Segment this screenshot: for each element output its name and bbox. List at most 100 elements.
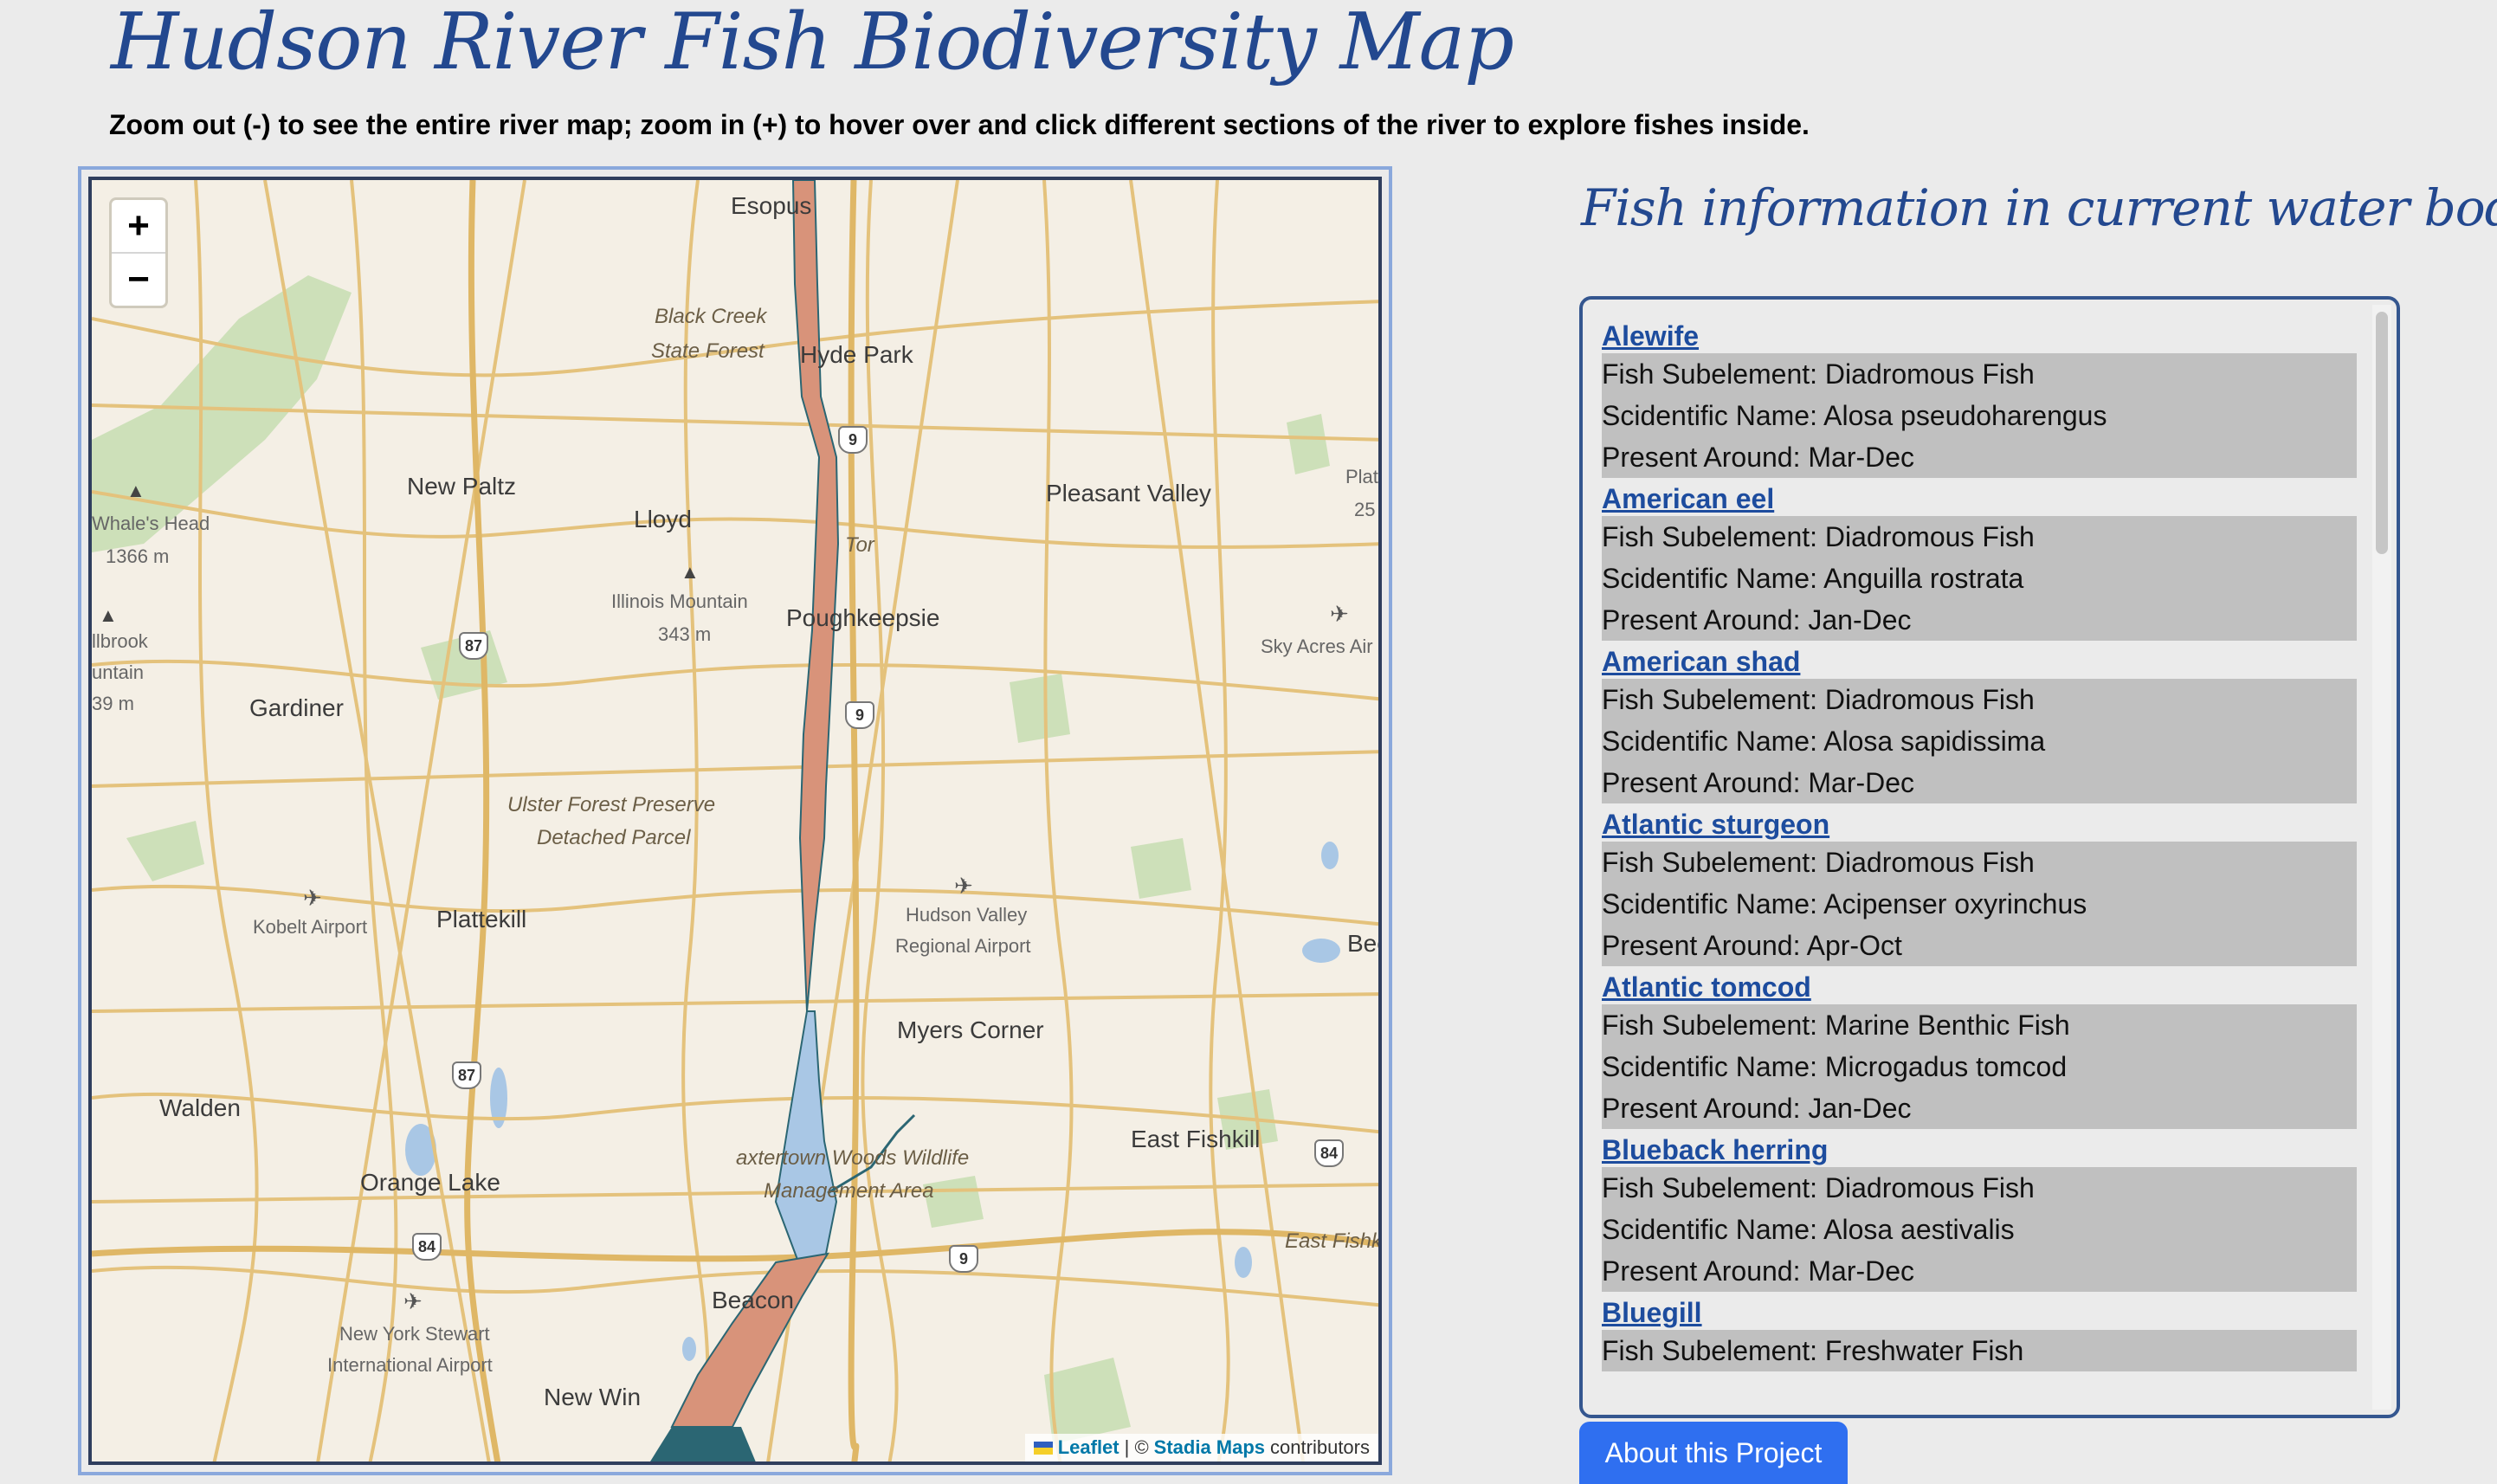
- route-9-shield: 9: [949, 1245, 978, 1273]
- fish-scientific-name: Scidentific Name: Anguilla rostrata: [1602, 563, 2024, 594]
- fish-subelement: Fish Subelement: Diadromous Fish: [1602, 847, 2035, 878]
- fish-item: Atlantic tomcod Fish Subelement: Marine B…: [1602, 966, 2357, 1129]
- fish-subelement: Fish Subelement: Diadromous Fish: [1602, 684, 2035, 715]
- fish-item: Bluegill Fish Subelement: Freshwater Fish: [1602, 1292, 2357, 1371]
- zoom-out-button[interactable]: −: [112, 252, 165, 306]
- label-gardiner: Gardiner: [249, 694, 344, 721]
- attribution-separator: | ©: [1124, 1436, 1149, 1458]
- route-84-shield: 84: [1314, 1139, 1344, 1167]
- label-illinois-elev: 343 m: [658, 623, 712, 645]
- park-areas: [92, 275, 1330, 1444]
- airport-icon: ✈: [954, 873, 973, 899]
- fish-subelement: Fish Subelement: Freshwater Fish: [1602, 1335, 2024, 1366]
- fish-scientific-name: Scidentific Name: Alosa pseudoharengus: [1602, 400, 2107, 431]
- scrollbar[interactable]: [2372, 305, 2391, 1410]
- label-lloyd: Lloyd: [634, 506, 692, 532]
- label-orange-lake: Orange Lake: [360, 1169, 500, 1196]
- label-kobelt: Kobelt Airport: [253, 916, 368, 938]
- fish-name-link[interactable]: American shad: [1602, 641, 2357, 679]
- scrollbar-thumb[interactable]: [2376, 312, 2388, 554]
- label-plat: Plat: [1345, 466, 1378, 487]
- label-ny-stewart-2: International Airport: [327, 1354, 493, 1376]
- fish-item: American shad Fish Subelement: Diadromous…: [1602, 641, 2357, 803]
- peak-marker-icon: ▲: [99, 604, 118, 626]
- label-hv-airport-2: Regional Airport: [895, 935, 1031, 957]
- fish-present-around: Present Around: Apr-Oct: [1602, 930, 1902, 961]
- zoom-control: + −: [109, 197, 168, 308]
- fish-scientific-name: Scidentific Name: Microgadus tomcod: [1602, 1051, 2068, 1082]
- fish-details: Fish Subelement: Diadromous Fish Scidenti…: [1602, 842, 2357, 966]
- map-container: Esopus Hyde Park Black Creek State Fores…: [78, 166, 1392, 1475]
- label-hv-airport-1: Hudson Valley: [906, 904, 1028, 926]
- route-87-shield: 87: [459, 632, 488, 660]
- lakes: [405, 842, 1340, 1361]
- label-black-creek-2: State Forest: [651, 339, 765, 363]
- fish-present-around: Present Around: Mar-Dec: [1602, 767, 1915, 798]
- fish-name-link[interactable]: Alewife: [1602, 315, 2357, 353]
- fish-name-link[interactable]: American eel: [1602, 478, 2357, 516]
- label-baxtertown-2: Management Area: [764, 1179, 934, 1203]
- map-attribution: Leaflet | © Stadia Maps contributors: [1024, 1434, 1378, 1461]
- label-black-creek-1: Black Creek: [655, 305, 767, 328]
- fish-scientific-name: Scidentific Name: Alosa sapidissima: [1602, 726, 2046, 757]
- label-baxtertown-1: axtertown Woods Wildlife: [736, 1146, 970, 1170]
- fish-name-link[interactable]: Atlantic tomcod: [1602, 966, 2357, 1004]
- fish-details: Fish Subelement: Freshwater Fish: [1602, 1330, 2357, 1371]
- label-poughkeepsie: Poughkeepsie: [786, 604, 940, 631]
- fish-name-link[interactable]: Atlantic sturgeon: [1602, 803, 2357, 842]
- zoom-in-button[interactable]: +: [112, 200, 165, 252]
- page-title: Hudson River Fish Biodiversity Map: [111, 0, 1514, 87]
- fish-scientific-name: Scidentific Name: Alosa aestivalis: [1602, 1214, 2015, 1245]
- label-plattekill: Plattekill: [436, 906, 527, 932]
- fish-present-around: Present Around: Jan-Dec: [1602, 604, 1912, 636]
- fish-present-around: Present Around: Mar-Dec: [1602, 442, 1915, 473]
- fish-item: Alewife Fish Subelement: Diadromous Fish S…: [1602, 315, 2357, 478]
- river-section-bottom: [650, 1427, 756, 1461]
- label-new-paltz: New Paltz: [407, 473, 517, 500]
- label-untain: untain: [92, 661, 144, 683]
- stadia-maps-link[interactable]: Stadia Maps: [1154, 1436, 1265, 1459]
- map-tiles[interactable]: [92, 180, 1382, 1465]
- fish-details: Fish Subelement: Diadromous Fish Scidenti…: [1602, 1167, 2357, 1292]
- label-illinois-mountain: Illinois Mountain: [611, 590, 748, 612]
- label-tor: Tor: [845, 533, 874, 557]
- fish-name-link[interactable]: Bluegill: [1602, 1292, 2357, 1330]
- label-bee: Bee: [1347, 930, 1378, 957]
- label-whales-head: Whale's Head: [92, 513, 210, 534]
- fish-subelement: Fish Subelement: Diadromous Fish: [1602, 1172, 2035, 1203]
- info-section-title: Fish information in current water body: [1581, 178, 2497, 237]
- label-sky-acres: Sky Acres Air: [1261, 636, 1373, 657]
- fish-list: Alewife Fish Subelement: Diadromous Fish S…: [1602, 315, 2357, 1371]
- about-project-button[interactable]: About this Project: [1579, 1422, 1848, 1484]
- fish-info-panel[interactable]: Alewife Fish Subelement: Diadromous Fish S…: [1579, 296, 2400, 1418]
- label-hyde-park: Hyde Park: [800, 341, 913, 368]
- label-walden: Walden: [159, 1094, 241, 1121]
- label-east-fishki-2: East Fishki: [1285, 1229, 1382, 1253]
- fish-item: Blueback herring Fish Subelement: Diadrom…: [1602, 1129, 2357, 1292]
- airport-icon: ✈: [403, 1288, 423, 1314]
- airport-icon: ✈: [303, 885, 322, 911]
- label-beacon: Beacon: [712, 1287, 794, 1313]
- instructions-text: Zoom out (-) to see the entire river map…: [109, 109, 1810, 140]
- fish-present-around: Present Around: Mar-Dec: [1602, 1255, 1915, 1287]
- fish-details: Fish Subelement: Diadromous Fish Scidenti…: [1602, 353, 2357, 478]
- river-map[interactable]: Esopus Hyde Park Black Creek State Fores…: [88, 177, 1382, 1465]
- fish-name-link[interactable]: Blueback herring: [1602, 1129, 2357, 1167]
- label-myers-corner: Myers Corner: [897, 1016, 1044, 1043]
- label-whales-head-elev: 1366 m: [106, 545, 170, 567]
- airport-icon: ✈: [1330, 601, 1349, 627]
- leaflet-link[interactable]: Leaflet: [1058, 1436, 1119, 1459]
- label-east-fishkill: East Fishkill: [1131, 1126, 1261, 1152]
- route-9-shield: 9: [838, 426, 868, 454]
- route-84-shield: 84: [412, 1233, 442, 1261]
- label-ny-stewart-1: New York Stewart: [339, 1323, 490, 1345]
- label-ulster-2: Detached Parcel: [537, 826, 691, 849]
- fish-present-around: Present Around: Jan-Dec: [1602, 1093, 1912, 1124]
- label-brook-elev: 39 m: [92, 693, 134, 714]
- fish-item: Atlantic sturgeon Fish Subelement: Diadro…: [1602, 803, 2357, 966]
- fish-scientific-name: Scidentific Name: Acipenser oxyrinchus: [1602, 888, 2087, 919]
- label-esopus: Esopus: [731, 192, 812, 219]
- fish-details: Fish Subelement: Diadromous Fish Scidenti…: [1602, 516, 2357, 641]
- river-section-upper: [791, 180, 840, 1012]
- fish-subelement: Fish Subelement: Marine Benthic Fish: [1602, 1010, 2070, 1041]
